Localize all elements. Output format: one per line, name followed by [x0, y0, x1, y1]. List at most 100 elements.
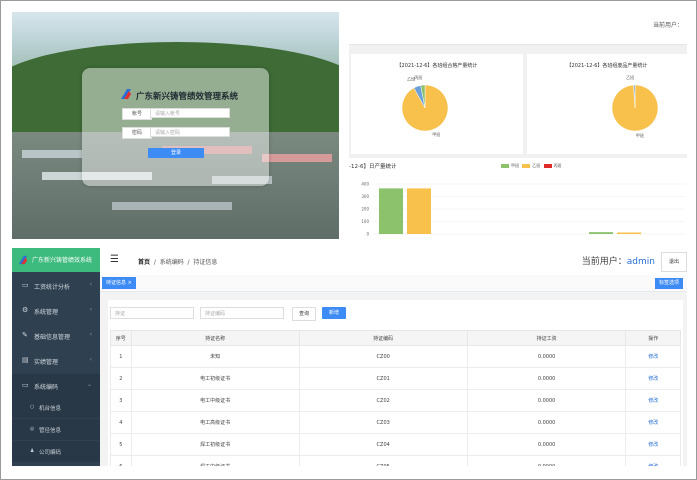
database-icon: ▭ [22, 381, 29, 389]
sidebar-subitem-company-code[interactable]: ♟ 公司编码 [12, 441, 100, 462]
table-cell: 未知 [130, 345, 300, 368]
sidebar-item-label: 系统管理 [34, 309, 59, 316]
login-button[interactable]: 登录 [148, 148, 204, 158]
sidebar-subitem-pipe-diameter[interactable]: ◎ 管径信息 [12, 419, 100, 440]
bar-legend: 甲班 乙班 丙班 [499, 163, 562, 169]
certificate-code-input[interactable]: 持证编码 [200, 307, 284, 319]
table-row: 3 电工中级证书 CZ02 0.0000 修改 [110, 389, 681, 412]
pie-label: 甲班 [636, 132, 644, 138]
breadcrumb: 首页 / 系统编码 / 持证信息 [138, 257, 217, 266]
account-input[interactable]: 请输入帐号 [150, 108, 230, 118]
table-cell: 电工高级证书 [130, 411, 300, 434]
column-header: 操作 [625, 330, 681, 346]
column-header: 持证工资 [466, 330, 627, 346]
edit-link[interactable]: 修改 [625, 389, 681, 412]
password-label: 密码 [122, 127, 152, 139]
user-prefix: 当前用户： [581, 257, 627, 267]
add-button[interactable]: 新增 [322, 307, 346, 319]
sidebar-item-performance[interactable]: ▤ 实绩管理 ‹ [12, 349, 100, 372]
breadcrumb-home[interactable]: 首页 [138, 259, 150, 266]
content-panel: 持证 持证编码 查询 新增 序号 持证名称 持证编码 持证工资 操作 1 未知 CZ… [108, 300, 683, 466]
monitor-icon: ▭ [22, 281, 29, 289]
legend-swatch-green [501, 164, 509, 168]
chevron-icon: ‹ [89, 281, 92, 288]
bar [379, 188, 403, 234]
edit-link[interactable]: 修改 [625, 367, 681, 390]
tab-certificate-info[interactable]: 持证信息 × [102, 277, 136, 289]
sidebar-subitem-label: 管径信息 [39, 428, 62, 434]
account-label: 帐号 [122, 108, 152, 120]
breadcrumb-level2: 持证信息 [193, 259, 218, 266]
sidebar-subitem-label: 公司编码 [39, 450, 62, 456]
query-button[interactable]: 查询 [292, 307, 316, 321]
table-cell: CZ03 [298, 411, 468, 434]
sidebar-subitem-machines[interactable]: ○ 机台信息 [12, 397, 100, 418]
table-header-row: 序号 持证名称 持证编码 持证工资 操作 [110, 330, 681, 346]
edit-link[interactable]: 修改 [625, 345, 681, 368]
dashboard-header: 当前用户： [349, 12, 687, 45]
chevron-icon: ‹ [89, 331, 92, 338]
edit-link[interactable]: 修改 [625, 433, 681, 456]
login-title: 广东新兴铸管绩效管理系统 [136, 92, 239, 102]
sidebar-item-system-codes[interactable]: ▭ 系统编码 ⌄ [12, 374, 100, 397]
table-cell: CZ00 [298, 345, 468, 368]
y-tick-label: 200 [361, 207, 369, 212]
bar [407, 188, 431, 234]
certificate-name-input[interactable]: 持证 [110, 307, 194, 319]
sidebar-item-system-management[interactable]: ⚙ 系统管理 ‹ [12, 299, 100, 322]
table-cell: CZ05 [298, 455, 468, 466]
legend-label: 乙班 [532, 163, 541, 168]
pie-label: 丙班 [414, 74, 422, 80]
exit-button[interactable]: 退出 [661, 252, 687, 272]
breadcrumb-level1[interactable]: 系统编码 [160, 259, 184, 266]
legend-label: 丙班 [553, 163, 562, 168]
sidebar-item-label: 工资统计分析 [34, 284, 71, 291]
table-cell: 1 [110, 345, 132, 368]
username: admin [626, 257, 655, 267]
table-row: 1 未知 CZ00 0.0000 修改 [110, 345, 681, 368]
menu-toggle-icon[interactable]: ☰ [110, 254, 119, 265]
list-icon: ▤ [22, 356, 29, 364]
table-cell: 3 [110, 389, 132, 412]
edit-link[interactable]: 修改 [625, 411, 681, 434]
table-cell: 0.0000 [466, 433, 627, 456]
table-cell: 电工中级证书 [130, 389, 300, 412]
edit-icon: ✎ [22, 331, 28, 339]
table-cell: 4 [110, 411, 132, 434]
sidebar-brand: 广东新兴铸管绩效系统 [32, 257, 93, 264]
table-cell: 0.0000 [466, 455, 627, 466]
pie-card-qualified: 【2021-12-6】各班组合格产量统计 甲班 乙班 丙班 [351, 54, 523, 154]
certificate-table: 序号 持证名称 持证编码 持证工资 操作 1 未知 CZ00 0.0000 修改 2 电工… [110, 330, 681, 466]
y-tick-label: 300 [361, 194, 369, 199]
table-cell: CZ01 [298, 367, 468, 390]
bar-title: -12-6】日产量统计 [349, 164, 397, 170]
table-cell: 6 [110, 455, 132, 466]
column-header: 序号 [110, 330, 132, 346]
sidebar-item-label: 实绩管理 [34, 359, 59, 366]
table-cell: 电工初级证书 [130, 367, 300, 390]
column-header: 持证名称 [130, 330, 300, 346]
tab-options-button[interactable]: 标签选项 [654, 278, 683, 289]
gear-icon: ⚙ [22, 306, 29, 314]
pie1-chart: 甲班乙班 丙班 [401, 74, 449, 137]
sidebar-item-basic-info[interactable]: ✎ 基础信息管理 ‹ [12, 324, 100, 347]
logo-icon [18, 255, 28, 265]
table-cell: 焊工初级证书 [130, 433, 300, 456]
logo-icon [121, 89, 131, 99]
sidebar-item-salary-analysis[interactable]: ▭ 工资统计分析 ‹ [12, 274, 100, 297]
table-cell: CZ02 [298, 389, 468, 412]
table-cell: 0.0000 [466, 367, 627, 390]
bar-chart: 400 300 200 100 0 [361, 182, 685, 237]
breadcrumb-separator: / [187, 259, 190, 266]
current-user: 当前用户：admin [582, 254, 655, 267]
sidebar-subitem-label: 机台信息 [39, 406, 62, 412]
dashboard-user-label: 当前用户： [652, 22, 683, 29]
sidebar-item-label: 基础信息管理 [34, 334, 71, 341]
person-icon: ♟ [30, 448, 35, 454]
password-input[interactable]: 请输入密码 [150, 127, 230, 137]
bar-card: -12-6】日产量统计 甲班 乙班 丙班 400 300 200 100 0 [349, 158, 687, 239]
legend-swatch-yellow [522, 164, 531, 168]
sidebar: 广东新兴铸管绩效系统 ▭ 工资统计分析 ‹ ⚙ 系统管理 ‹ ✎ 基础信息管理 … [12, 248, 100, 466]
y-tick-label: 400 [361, 182, 369, 187]
edit-link[interactable]: 修改 [625, 455, 681, 466]
